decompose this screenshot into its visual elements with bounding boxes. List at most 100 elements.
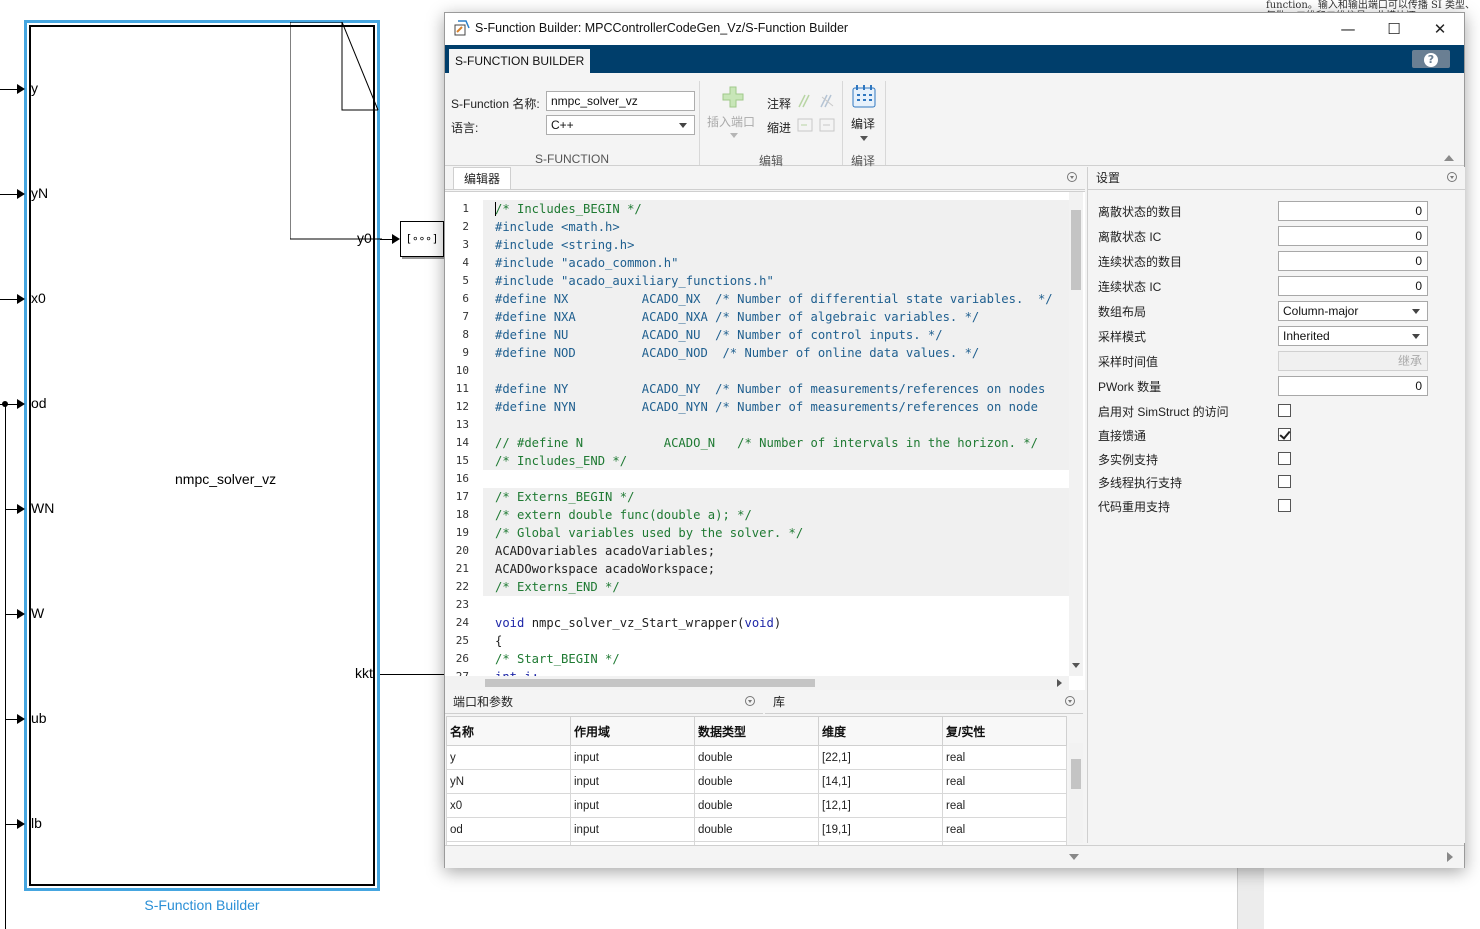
table-cell[interactable]: double [694, 769, 819, 794]
close-button[interactable]: ✕ [1417, 13, 1463, 45]
tab-sfunction-builder[interactable]: S-FUNCTION BUILDER [449, 49, 591, 73]
code-line[interactable]: #include <math.h> [483, 218, 1069, 236]
table-vertical-scrollbar[interactable] [1069, 743, 1083, 843]
ports-table[interactable]: 名称 作用域 数据类型 维度 复/实性 y input double [22,1] real yN… [446, 716, 1067, 866]
block-caption[interactable]: S-Function Builder [0, 897, 404, 913]
code-line[interactable] [483, 470, 1069, 488]
code-line[interactable]: #define NOD ACADO_NOD /* Number of onlin… [483, 344, 1069, 362]
column-header[interactable]: 维度 [818, 716, 943, 746]
editor-horizontal-scrollbar[interactable] [445, 676, 1069, 690]
table-cell[interactable]: input [570, 793, 695, 818]
setting-value-field[interactable]: 0 [1278, 201, 1428, 221]
table-cell[interactable]: double [694, 793, 819, 818]
table-row[interactable]: x0 input double [12,1] real [446, 793, 1067, 818]
table-cell[interactable]: input [570, 817, 695, 842]
table-cell[interactable]: [22,1] [818, 745, 943, 770]
setting-value-field[interactable]: 0 [1278, 376, 1428, 396]
table-cell[interactable]: double [694, 745, 819, 770]
code-area[interactable]: /* Includes_BEGIN */ #include <math.h> #in… [483, 192, 1069, 676]
column-header[interactable]: 名称 [446, 716, 571, 746]
build-button[interactable]: 编译 [847, 83, 881, 147]
sfunction-name-input[interactable]: nmpc_solver_vz [546, 91, 695, 111]
setting-value-field[interactable]: 0 [1278, 251, 1428, 271]
table-cell[interactable]: y [446, 745, 571, 770]
code-line[interactable]: void nmpc_solver_vz_Start_wrapper(void) [483, 614, 1069, 632]
title-bar[interactable]: S-Function Builder: MPCControllerCodeGen… [445, 13, 1464, 45]
code-line[interactable]: { [483, 632, 1069, 650]
scroll-down-icon[interactable] [1072, 663, 1080, 668]
code-line[interactable] [483, 362, 1069, 380]
code-line[interactable]: int i; [483, 668, 1069, 676]
tab-editor[interactable]: 编辑器 [453, 167, 512, 189]
minimize-button[interactable]: — [1325, 13, 1371, 45]
collapse-side-icon[interactable] [1447, 852, 1453, 862]
column-header[interactable]: 作用域 [570, 716, 695, 746]
column-header[interactable]: 数据类型 [694, 716, 819, 746]
table-cell[interactable]: input [570, 745, 695, 770]
insert-port-button[interactable]: 插入端口 [707, 83, 757, 143]
setting-select[interactable]: Inherited [1278, 326, 1428, 346]
code-line[interactable]: // #define N ACADO_N /* Number of interv… [483, 434, 1069, 452]
panel-menu-icon[interactable] [1065, 696, 1075, 706]
table-cell[interactable]: od [446, 817, 571, 842]
column-header[interactable]: 复/实性 [942, 716, 1067, 746]
code-line[interactable]: #define NU ACADO_NU /* Number of control… [483, 326, 1069, 344]
table-cell[interactable]: yN [446, 769, 571, 794]
panel-menu-icon[interactable] [1067, 172, 1077, 182]
code-line[interactable]: ACADOworkspace acadoWorkspace; [483, 560, 1069, 578]
scope-block[interactable]: [∘∘∘] [400, 221, 444, 257]
setting-value-field[interactable]: 0 [1278, 276, 1428, 296]
code-line[interactable]: #include "acado_common.h" [483, 254, 1069, 272]
table-row[interactable]: od input double [19,1] real [446, 817, 1067, 842]
scroll-thumb[interactable] [485, 679, 815, 687]
scroll-thumb[interactable] [1071, 210, 1081, 290]
scroll-thumb[interactable] [1071, 759, 1081, 789]
code-line[interactable]: #define NXA ACADO_NXA /* Number of algeb… [483, 308, 1069, 326]
table-cell[interactable]: real [942, 817, 1067, 842]
table-row[interactable]: yN input double [14,1] real [446, 769, 1067, 794]
table-cell[interactable]: double [694, 817, 819, 842]
setting-checkbox[interactable] [1278, 428, 1291, 441]
code-line[interactable]: ACADOvariables acadoVariables; [483, 542, 1069, 560]
indent-icons[interactable] [797, 117, 837, 133]
setting-checkbox[interactable] [1278, 475, 1291, 488]
scroll-right-icon[interactable] [1057, 679, 1062, 687]
table-cell[interactable]: x0 [446, 793, 571, 818]
code-line[interactable]: /* extern double func(double a); */ [483, 506, 1069, 524]
setting-select[interactable]: Column-major [1278, 301, 1428, 321]
code-line[interactable]: #define NYN ACADO_NYN /* Number of measu… [483, 398, 1069, 416]
expand-panel-icon[interactable] [1069, 854, 1079, 860]
table-cell[interactable]: [12,1] [818, 793, 943, 818]
help-button[interactable]: ? [1412, 50, 1450, 68]
panel-menu-icon[interactable] [1447, 172, 1457, 182]
setting-checkbox[interactable] [1278, 404, 1291, 417]
collapse-ribbon-icon[interactable] [1444, 155, 1454, 161]
code-line[interactable]: #include "acado_auxiliary_functions.h" [483, 272, 1069, 290]
maximize-button[interactable]: ☐ [1371, 13, 1417, 45]
code-editor[interactable]: 1 2 3 4 5 6 7 8 9 10 11 12 13 14 15 16 17 18 19 20 21 22 23 24 2… [445, 191, 1085, 690]
code-line[interactable]: /* Start_BEGIN */ [483, 650, 1069, 668]
table-cell[interactable]: [19,1] [818, 817, 943, 842]
table-cell[interactable]: [14,1] [818, 769, 943, 794]
code-line[interactable]: #define NY ACADO_NY /* Number of measure… [483, 380, 1069, 398]
sfunction-builder-window[interactable]: S-Function Builder: MPCControllerCodeGen… [444, 12, 1465, 868]
table-cell[interactable]: real [942, 793, 1067, 818]
code-line[interactable]: #include <string.h> [483, 236, 1069, 254]
comment-icons[interactable] [797, 93, 837, 109]
language-select[interactable]: C++ [546, 115, 695, 135]
code-line[interactable] [483, 416, 1069, 434]
table-row[interactable]: y input double [22,1] real [446, 745, 1067, 770]
table-cell[interactable]: input [570, 769, 695, 794]
code-line[interactable]: /* Externs_BEGIN */ [483, 488, 1069, 506]
code-line[interactable]: /* Global variables used by the solver. … [483, 524, 1069, 542]
code-line[interactable]: #define NX ACADO_NX /* Number of differe… [483, 290, 1069, 308]
code-line[interactable] [483, 596, 1069, 614]
setting-value-field[interactable]: 0 [1278, 226, 1428, 246]
table-cell[interactable]: real [942, 769, 1067, 794]
code-line[interactable]: /* Externs_END */ [483, 578, 1069, 596]
panel-menu-icon[interactable] [745, 696, 755, 706]
code-line[interactable]: /* Includes_BEGIN */ [483, 200, 1069, 218]
table-cell[interactable]: real [942, 745, 1067, 770]
code-line[interactable]: /* Includes_END */ [483, 452, 1069, 470]
editor-vertical-scrollbar[interactable] [1069, 192, 1083, 676]
